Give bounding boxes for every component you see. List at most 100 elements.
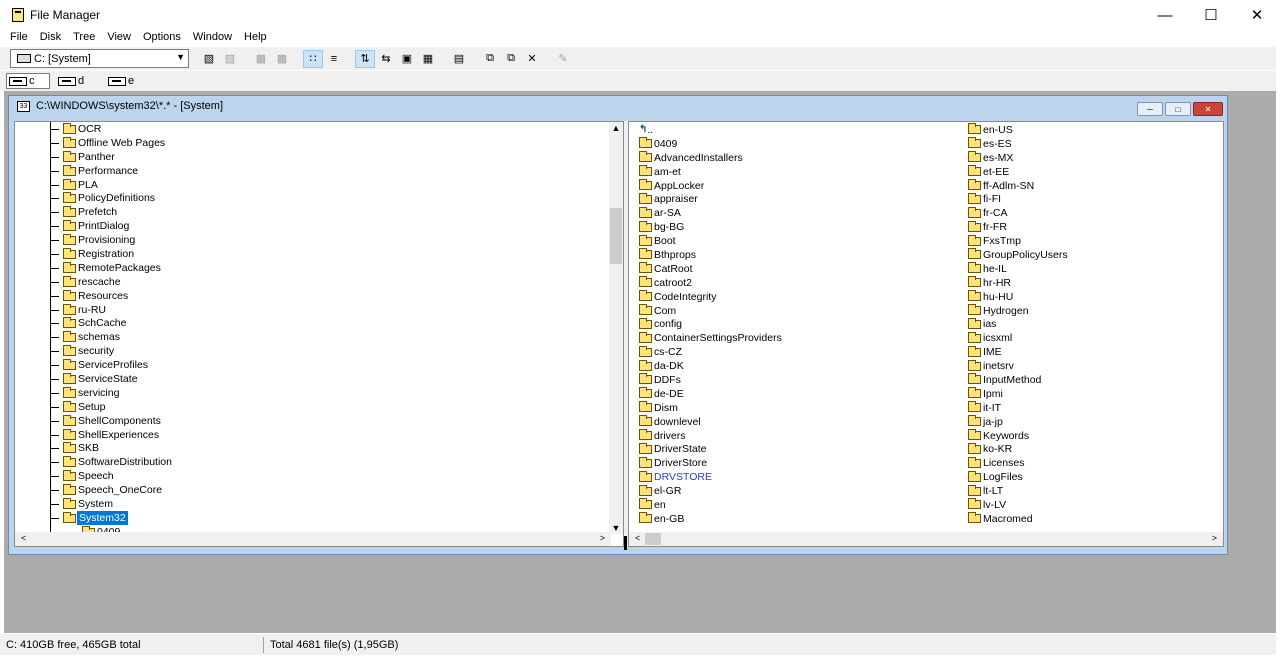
- sort-by-date-icon[interactable]: ▦: [418, 50, 438, 68]
- file-item[interactable]: lv-LV: [968, 498, 1068, 512]
- scroll-down-icon[interactable]: ▼: [609, 522, 623, 534]
- file-item[interactable]: et-EE: [968, 165, 1068, 179]
- tree-item[interactable]: System: [15, 497, 605, 512]
- delete-icon[interactable]: ✕: [522, 50, 542, 68]
- directory-window-titlebar[interactable]: 33 C:\WINDOWS\system32\*.* - [System] ─ …: [9, 96, 1227, 116]
- file-item[interactable]: Ipmi: [968, 387, 1068, 401]
- menu-window[interactable]: Window: [187, 31, 238, 43]
- share-as-icon[interactable]: ▩: [251, 50, 271, 68]
- file-item[interactable]: IME: [968, 345, 1068, 359]
- file-item[interactable]: drivers: [639, 429, 782, 443]
- file-item[interactable]: 0409: [639, 137, 782, 151]
- tree-item[interactable]: schemas: [15, 330, 605, 345]
- file-item[interactable]: AppLocker: [639, 179, 782, 193]
- connect-network-drive-icon[interactable]: ▧: [199, 50, 219, 68]
- directory-tree-pane[interactable]: OCR Offline Web Pages Panther Performance PL…: [14, 121, 624, 547]
- file-item[interactable]: ar-SA: [639, 206, 782, 220]
- file-item[interactable]: ContainerSettingsProviders: [639, 331, 782, 345]
- file-item[interactable]: cs-CZ: [639, 345, 782, 359]
- stop-sharing-icon[interactable]: ▩: [272, 50, 292, 68]
- file-item[interactable]: ja-jp: [968, 415, 1068, 429]
- file-item[interactable]: da-DK: [639, 359, 782, 373]
- tree-item[interactable]: PLA: [15, 177, 605, 192]
- file-horizontal-scrollbar[interactable]: < >: [629, 532, 1223, 546]
- copy-icon[interactable]: ⧉: [480, 50, 500, 68]
- file-list-pane[interactable]: ↰.. 0409 AdvancedInstallers am-et AppLocker a…: [628, 121, 1224, 547]
- tree-item[interactable]: ru-RU: [15, 302, 605, 317]
- file-item[interactable]: bg-BG: [639, 220, 782, 234]
- file-item[interactable]: it-IT: [968, 401, 1068, 415]
- scroll-left-icon[interactable]: <: [21, 533, 26, 543]
- child-maximize-button[interactable]: □: [1165, 102, 1191, 116]
- menu-help[interactable]: Help: [238, 31, 273, 43]
- tree-item[interactable]: SKB: [15, 441, 605, 456]
- file-item[interactable]: en-US: [968, 123, 1068, 137]
- file-item[interactable]: GroupPolicyUsers: [968, 248, 1068, 262]
- tree-item[interactable]: Prefetch: [15, 205, 605, 220]
- tree-item[interactable]: ShellExperiences: [15, 427, 605, 442]
- file-scroll-thumb[interactable]: [645, 533, 661, 545]
- file-item[interactable]: fr-CA: [968, 206, 1068, 220]
- file-item[interactable]: de-DE: [639, 387, 782, 401]
- scroll-right-icon[interactable]: >: [1212, 533, 1217, 543]
- menu-view[interactable]: View: [101, 31, 137, 43]
- file-item[interactable]: catroot2: [639, 276, 782, 290]
- file-item[interactable]: Bthprops: [639, 248, 782, 262]
- file-item[interactable]: Keywords: [968, 429, 1068, 443]
- file-item[interactable]: Dism: [639, 401, 782, 415]
- file-item[interactable]: Com: [639, 304, 782, 318]
- file-item[interactable]: ias: [968, 317, 1068, 331]
- details-view-icon[interactable]: ≡: [324, 50, 344, 68]
- file-item[interactable]: en: [639, 498, 782, 512]
- tree-item[interactable]: Speech_OneCore: [15, 483, 605, 498]
- file-item[interactable]: appraiser: [639, 192, 782, 206]
- scroll-left-icon[interactable]: <: [635, 533, 640, 543]
- menu-options[interactable]: Options: [137, 31, 187, 43]
- tree-item[interactable]: PrintDialog: [15, 219, 605, 234]
- file-item[interactable]: CatRoot: [639, 262, 782, 276]
- file-item[interactable]: fi-FI: [968, 192, 1068, 206]
- file-item[interactable]: ff-Adlm-SN: [968, 179, 1068, 193]
- file-item[interactable]: he-IL: [968, 262, 1068, 276]
- file-item[interactable]: en-GB: [639, 512, 782, 526]
- tree-item[interactable]: SchCache: [15, 316, 605, 331]
- tree-vertical-scrollbar[interactable]: ▲ ▼: [609, 122, 623, 534]
- file-item[interactable]: hr-HR: [968, 276, 1068, 290]
- tree-scroll-thumb[interactable]: [610, 208, 622, 264]
- child-minimize-button[interactable]: ─: [1137, 102, 1163, 116]
- file-item[interactable]: AdvancedInstallers: [639, 151, 782, 165]
- tree-item[interactable]: ShellComponents: [15, 413, 605, 428]
- tree-item[interactable]: System32: [15, 510, 605, 525]
- scroll-up-icon[interactable]: ▲: [609, 122, 623, 134]
- tree-item[interactable]: Resources: [15, 288, 605, 303]
- tree-item[interactable]: security: [15, 344, 605, 359]
- file-item[interactable]: InputMethod: [968, 373, 1068, 387]
- file-item[interactable]: DriverState: [639, 442, 782, 456]
- split-marker[interactable]: [624, 536, 627, 550]
- tree-item[interactable]: RemotePackages: [15, 260, 605, 275]
- sort-by-type-icon[interactable]: ⇆: [376, 50, 396, 68]
- properties-icon[interactable]: ✎: [553, 50, 573, 68]
- file-item[interactable]: downlevel: [639, 415, 782, 429]
- maximize-button[interactable]: ☐: [1188, 0, 1234, 30]
- file-item[interactable]: Licenses: [968, 456, 1068, 470]
- directory-window[interactable]: 33 C:\WINDOWS\system32\*.* - [System] ─ …: [8, 95, 1228, 555]
- tree-item[interactable]: ServiceState: [15, 372, 605, 387]
- drive-select[interactable]: C: [System] ▼: [10, 49, 189, 68]
- tree-item[interactable]: Setup: [15, 399, 605, 414]
- file-item[interactable]: es-ES: [968, 137, 1068, 151]
- menu-file[interactable]: File: [4, 31, 34, 43]
- file-item[interactable]: am-et: [639, 165, 782, 179]
- file-item[interactable]: icsxml: [968, 331, 1068, 345]
- tree-item[interactable]: Panther: [15, 149, 605, 164]
- tree-item[interactable]: Provisioning: [15, 233, 605, 248]
- file-item[interactable]: CodeIntegrity: [639, 290, 782, 304]
- new-window-icon[interactable]: ▤: [449, 50, 469, 68]
- tree-item[interactable]: PolicyDefinitions: [15, 191, 605, 206]
- file-item[interactable]: config: [639, 317, 782, 331]
- file-item[interactable]: LogFiles: [968, 470, 1068, 484]
- tree-item[interactable]: Registration: [15, 247, 605, 262]
- file-item[interactable]: el-GR: [639, 484, 782, 498]
- file-item[interactable]: FxsTmp: [968, 234, 1068, 248]
- file-item[interactable]: inetsrv: [968, 359, 1068, 373]
